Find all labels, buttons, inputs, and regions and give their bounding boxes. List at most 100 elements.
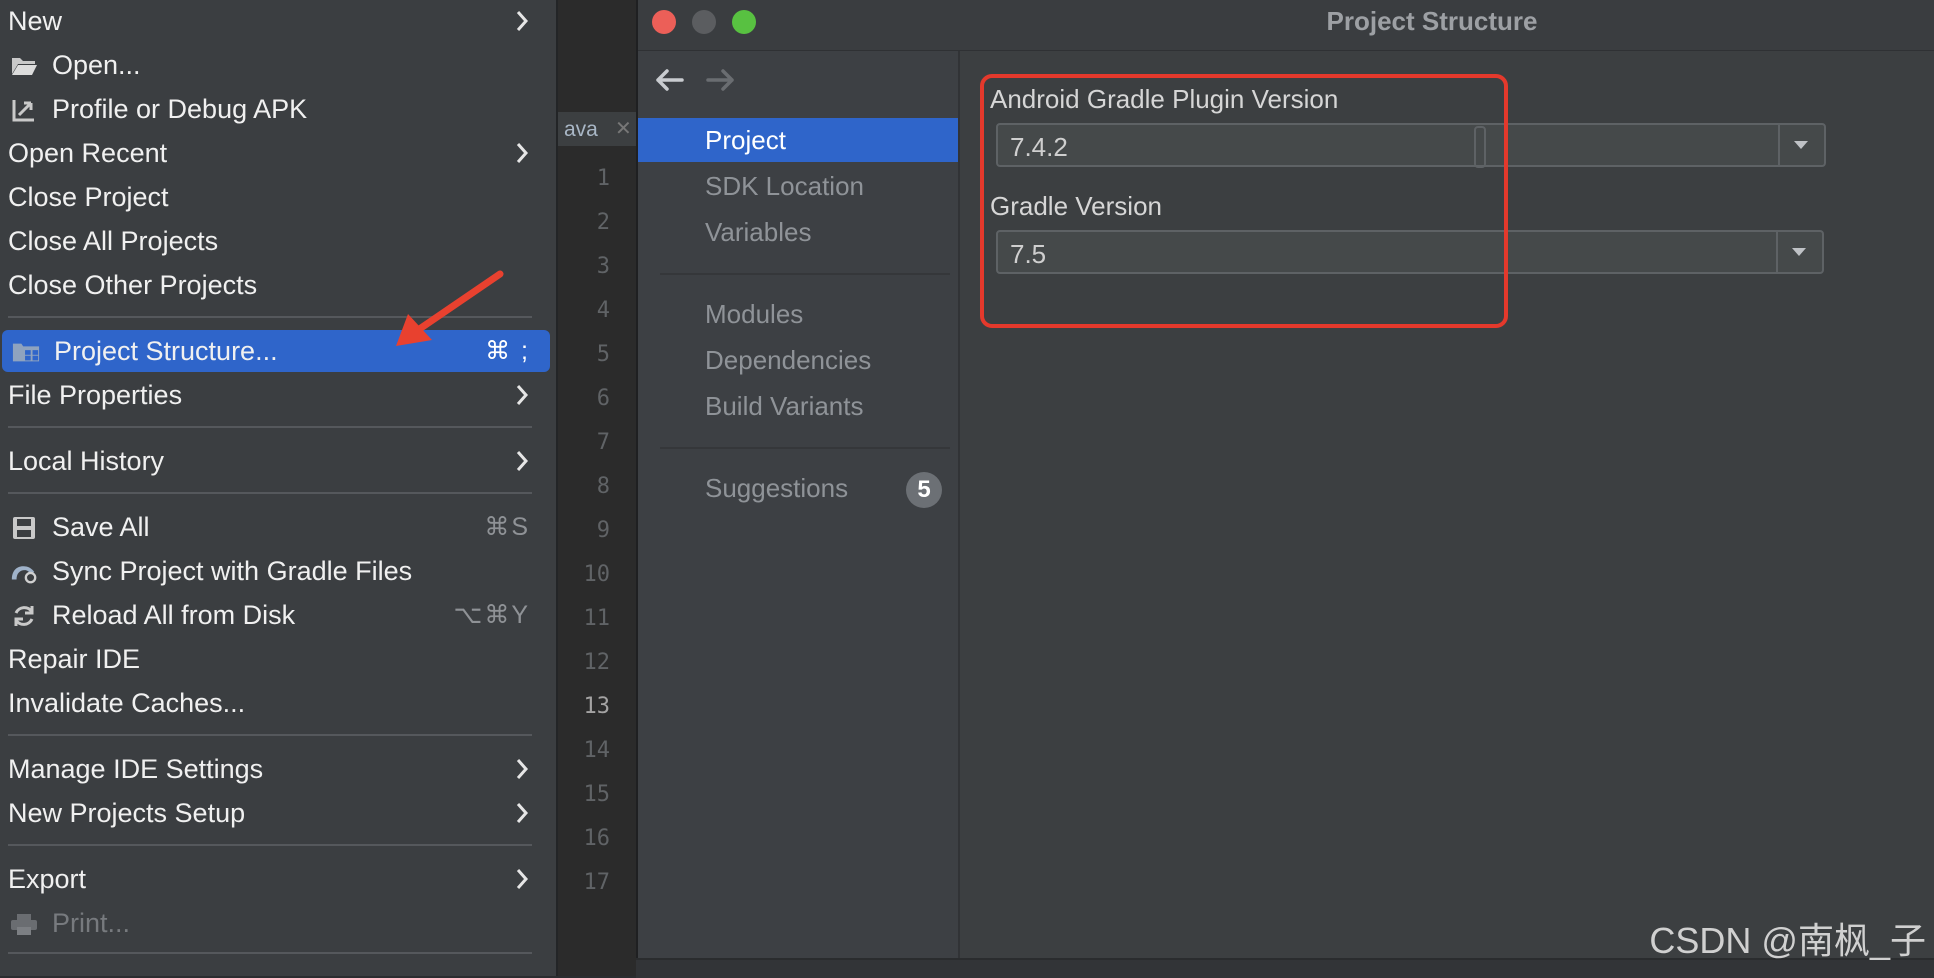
menu-item-label: Invalidate Caches...	[8, 687, 246, 718]
back-arrow-icon[interactable]	[652, 65, 686, 95]
dropdown-button[interactable]	[1776, 232, 1822, 272]
dialog-nav-sidebar: Project SDK Location Variables Modules D…	[638, 51, 960, 961]
chevron-down-icon	[1792, 248, 1806, 256]
chevron-right-icon	[516, 11, 529, 31]
menu-item-export[interactable]: Export	[0, 858, 550, 900]
menu-item-label: Close Other Projects	[8, 269, 258, 300]
nav-item-build-variants[interactable]: Build Variants	[638, 384, 958, 428]
menu-item-reload-all-from-disk[interactable]: Reload All from Disk ⌥⌘Y	[0, 594, 550, 636]
menu-separator	[8, 734, 532, 736]
line-number: 1	[596, 166, 610, 191]
chevron-right-icon	[516, 869, 529, 889]
menu-item-label: Open...	[52, 49, 141, 80]
line-number: 3	[596, 254, 610, 279]
annotation-arrow	[396, 270, 504, 346]
nav-item-label: SDK Location	[705, 171, 864, 201]
dialog-title: Project Structure	[1326, 6, 1538, 36]
menu-item-label: Manage IDE Settings	[8, 753, 264, 784]
menu-item-invalidate-caches[interactable]: Invalidate Caches...	[0, 682, 550, 724]
menu-item-print: Print...	[0, 902, 550, 944]
editor-tab-label: ava	[564, 118, 598, 141]
menu-item-new-projects-setup[interactable]: New Projects Setup	[0, 792, 550, 834]
line-number: 16	[583, 826, 611, 851]
project-structure-icon	[12, 338, 40, 366]
nav-item-suggestions[interactable]: Suggestions 5	[638, 466, 958, 510]
menu-item-label: Print...	[52, 907, 131, 938]
line-number: 10	[583, 562, 611, 587]
line-number: 8	[596, 474, 610, 499]
menu-item-file-properties[interactable]: File Properties	[0, 374, 550, 416]
line-number: 2	[596, 210, 610, 235]
menu-item-close-project[interactable]: Close Project	[0, 176, 550, 218]
menu-separator	[8, 952, 532, 954]
suggestions-count-badge: 5	[906, 472, 942, 508]
menu-item-sync-gradle[interactable]: Sync Project with Gradle Files	[0, 550, 550, 592]
shortcut-label: ⌘S	[484, 513, 530, 541]
menu-item-label: Project Structure...	[54, 335, 278, 366]
menu-item-label: Export	[8, 863, 87, 894]
menu-separator	[8, 426, 532, 428]
nav-separator	[660, 447, 950, 449]
menu-item-label: Open Recent	[8, 137, 168, 168]
nav-item-label: Build Variants	[705, 391, 864, 421]
chevron-down-icon	[1794, 141, 1808, 149]
menu-item-label: File Properties	[8, 379, 183, 410]
chevron-right-icon	[516, 451, 529, 471]
menu-item-local-history[interactable]: Local History	[0, 440, 550, 482]
menu-item-label: Sync Project with Gradle Files	[52, 555, 413, 586]
chevron-right-icon	[516, 759, 529, 779]
line-number: 14	[583, 738, 611, 763]
menu-item-label: Local History	[8, 445, 165, 476]
dialog-titlebar: Project Structure	[638, 0, 1934, 51]
line-number: 15	[583, 782, 611, 807]
close-icon[interactable]: ✕	[615, 116, 632, 141]
menu-item-label: Save All	[52, 511, 150, 542]
nav-item-modules[interactable]: Modules	[638, 292, 958, 336]
menu-separator	[8, 844, 532, 846]
line-number: 5	[596, 342, 610, 367]
editor-tab[interactable]: ava ✕	[558, 112, 636, 146]
nav-item-sdk-location[interactable]: SDK Location	[638, 164, 958, 208]
menu-item-open[interactable]: Open...	[0, 44, 550, 86]
menu-item-manage-ide-settings[interactable]: Manage IDE Settings	[0, 748, 550, 790]
nav-item-dependencies[interactable]: Dependencies	[638, 338, 958, 382]
menu-item-label: Profile or Debug APK	[52, 93, 308, 124]
nav-item-label: Project	[705, 125, 786, 155]
menu-item-close-all-projects[interactable]: Close All Projects	[0, 220, 550, 262]
menu-item-label: Close Project	[8, 181, 169, 212]
line-number: 7	[596, 430, 610, 455]
watermark: CSDN @南枫_子	[1649, 920, 1926, 961]
menu-item-profile-debug-apk[interactable]: Profile or Debug APK	[0, 88, 550, 130]
nav-item-label: Modules	[705, 299, 804, 329]
shortcut-label: ⌥⌘Y	[453, 601, 530, 629]
line-number: 9	[596, 518, 610, 543]
menu-item-open-recent[interactable]: Open Recent	[0, 132, 550, 174]
editor-gutter: ava ✕ 1 2 3 4 5 6 7 8 9 10 11 12 13 14 1…	[558, 0, 636, 976]
line-number: 12	[583, 650, 611, 675]
menu-item-repair-ide[interactable]: Repair IDE	[0, 638, 550, 680]
menu-item-save-all[interactable]: Save All ⌘S	[0, 506, 550, 548]
annotation-highlight-box	[980, 74, 1508, 328]
gradle-sync-icon	[10, 558, 38, 586]
nav-separator	[660, 273, 950, 275]
line-number: 6	[596, 386, 610, 411]
nav-item-label: Dependencies	[705, 345, 872, 375]
line-number-current: 13	[583, 694, 611, 719]
chevron-right-icon	[516, 385, 529, 405]
menu-separator	[8, 492, 532, 494]
nav-item-label: Variables	[705, 217, 812, 247]
menu-item-label: Repair IDE	[8, 643, 141, 674]
line-number: 4	[596, 298, 610, 323]
folder-open-icon	[10, 52, 38, 80]
nav-item-project[interactable]: Project	[638, 118, 958, 162]
menu-item-label: New	[8, 5, 63, 36]
chevron-right-icon	[516, 803, 529, 823]
line-number: 17	[583, 870, 611, 895]
nav-item-variables[interactable]: Variables	[638, 210, 958, 254]
dropdown-button[interactable]	[1778, 125, 1824, 165]
menu-item-new[interactable]: New	[0, 0, 550, 42]
profile-apk-icon	[10, 96, 38, 124]
reload-icon	[10, 602, 38, 630]
forward-arrow-icon[interactable]	[704, 65, 738, 95]
nav-item-label: Suggestions	[705, 473, 849, 503]
